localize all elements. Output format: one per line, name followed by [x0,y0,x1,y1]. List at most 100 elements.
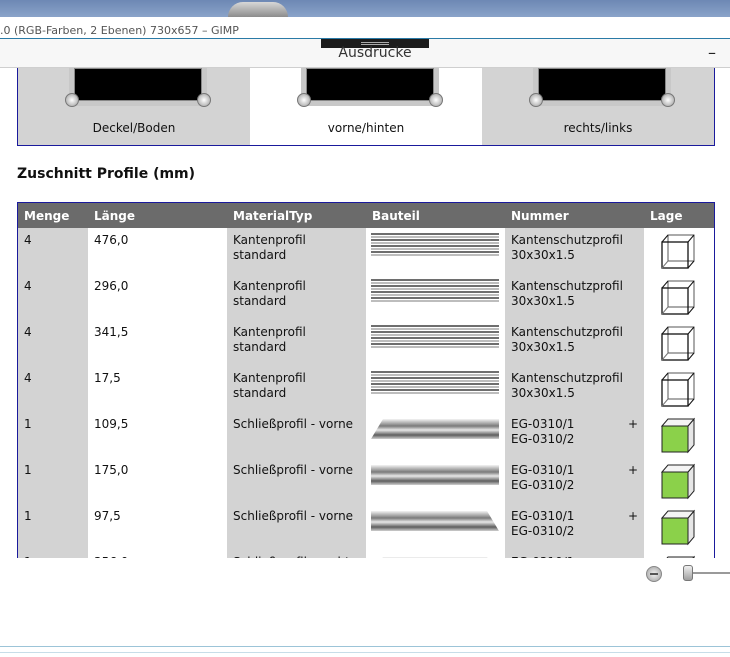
cell-lage [644,550,714,558]
cell-nummer: EG-0310/1EG-0310/2 + [505,412,644,458]
column-header-laenge[interactable]: Länge [88,203,227,228]
cell-bauteil [366,458,505,504]
material-line-1: Kantenprofil [233,233,306,247]
nummer-line-1: Kantenschutzprofil [511,371,623,385]
menge-value: 4 [24,279,32,293]
cube-outline-icon [661,372,695,407]
laenge-value: 175,0 [94,463,129,477]
cell-materialtyp: Schließprofil - rechts [227,550,366,558]
view-label: vorne/hinten [327,121,405,135]
material-line-2: standard [233,248,287,262]
add-button[interactable]: + [628,463,638,478]
nummer-line-2: 30x30x1.5 [511,248,575,262]
nummer-line-2: EG-0310/2 [511,432,575,446]
profile-table-scroll[interactable]: Menge Länge MaterialTyp Bauteil Nummer L… [17,202,715,558]
add-button[interactable]: + [628,417,638,432]
table-row[interactable]: 4 296,0 Kantenprofil standard Kantenschutzpr… [18,274,714,320]
nummer-line-2: EG-0310/2 [511,478,575,492]
cube-filled-icon [660,417,696,454]
cell-laenge: 109,5 [88,412,227,458]
column-header-materialtyp[interactable]: MaterialTyp [227,203,366,228]
cell-bauteil [366,274,505,320]
cell-bauteil [366,320,505,366]
cell-nummer: EG-0310/1EG-0310/2 + [505,504,644,550]
view-thumbnail [65,68,211,107]
minimize-button[interactable]: – [708,43,716,62]
cell-laenge: 175,0 [88,458,227,504]
cell-laenge: 356,0 [88,550,227,558]
nummer-line-1: EG-0310/1 [511,463,575,477]
zoom-out-icon[interactable] [646,566,662,582]
cell-menge: 4 [18,228,88,274]
material-line-1: Schließprofil - vorne [233,463,354,477]
column-header-lage[interactable]: Lage [644,203,714,228]
column-header-nummer[interactable]: Nummer [505,203,644,228]
nummer-line-1: EG-0310/1 [511,509,575,523]
material-line-1: Schließprofil - rechts [233,555,366,558]
cube-outline-icon [661,326,695,361]
menge-value: 4 [24,233,32,247]
cell-lage [644,412,714,458]
material-line-1: Kantenprofil [233,325,306,339]
laenge-value: 97,5 [94,509,121,523]
view-thumbnail [529,68,675,107]
view-tab-vorne-hinten[interactable]: vorne/hinten [250,68,482,145]
column-header-menge[interactable]: Menge [18,203,88,228]
cell-materialtyp: Schließprofil - vorne [227,458,366,504]
view-tab-deckel-boden[interactable]: Deckel/Boden [18,68,250,145]
view-thumbnail [297,68,443,107]
cell-bauteil [366,412,505,458]
zoom-slider-thumb[interactable] [683,565,693,581]
table-row[interactable]: 1 97,5 Schließprofil - vorne EG-0310/1 EG-03… [18,504,714,550]
view-tab-rechts-links[interactable]: rechts/links [482,68,714,145]
table-row[interactable]: 1 175,0 Schließprofil - vorne EG-0310/1 EG-0… [18,458,714,504]
nummer-line-1: Kantenschutzprofil [511,325,623,339]
cell-menge: 1 [18,458,88,504]
table-row[interactable]: 4 17,5 Kantenprofil standard Kantenschutzpro… [18,366,714,412]
profile-image-flat-striped [371,233,499,256]
menge-value: 1 [24,463,32,477]
cell-materialtyp: Kantenprofil standard [227,228,366,274]
nummer-line-2: 30x30x1.5 [511,340,575,354]
cell-nummer: Kantenschutzprofil 30x30x1.5 [505,274,644,320]
cell-laenge: 296,0 [88,274,227,320]
app-title-bar: .0 (RGB-Farben, 2 Ebenen) 730x657 – GIMP [0,17,730,39]
laenge-value: 476,0 [94,233,129,247]
cell-lage [644,504,714,550]
nummer-line-1: EG-0310/1 [511,417,575,431]
nummer-line-2: 30x30x1.5 [511,386,575,400]
table-row[interactable]: 1 109,5 Schließprofil - vorne EG-0310/1 EG-0… [18,412,714,458]
cell-menge: 1 [18,504,88,550]
window-title: .0 (RGB-Farben, 2 Ebenen) 730x657 – GIMP [0,24,239,37]
table-row[interactable]: 4 476,0 Kantenprofil standard Kantenschutzpr… [18,228,714,274]
cell-laenge: 341,5 [88,320,227,366]
table-header-row: Menge Länge MaterialTyp Bauteil Nummer L… [18,203,714,228]
cell-lage [644,366,714,412]
cell-menge: 4 [18,320,88,366]
laenge-value: 17,5 [94,371,121,385]
laenge-value: 296,0 [94,279,129,293]
dialog-title: Ausdrucke [338,45,412,61]
column-header-bauteil[interactable]: Bauteil [366,203,505,228]
profile-image-taper-both [382,557,488,558]
section-title: Zuschnitt Profile (mm) [17,166,196,182]
material-line-2: standard [233,340,287,354]
cell-lage [644,458,714,504]
cell-lage [644,320,714,366]
laenge-value: 109,5 [94,417,129,431]
cell-lage [644,228,714,274]
profile-image-flat-striped [371,371,499,394]
cell-materialtyp: Schließprofil - vorne [227,412,366,458]
cell-bauteil [366,550,505,558]
menge-value: 1 [24,509,32,523]
cube-outline-icon [661,280,695,315]
material-line-1: Kantenprofil [233,371,306,385]
cell-menge: 4 [18,274,88,320]
table-row[interactable]: 4 341,5 Kantenprofil standard Kantenschutzpr… [18,320,714,366]
cube-outline-icon [661,234,695,269]
add-button[interactable]: + [628,555,638,558]
cell-menge: 4 [18,366,88,412]
add-button[interactable]: + [628,509,638,524]
top-window-strip [0,0,730,17]
table-row[interactable]: 1 356,0 Schließprofil - rechts EG-0310/1EG-… [18,550,714,558]
